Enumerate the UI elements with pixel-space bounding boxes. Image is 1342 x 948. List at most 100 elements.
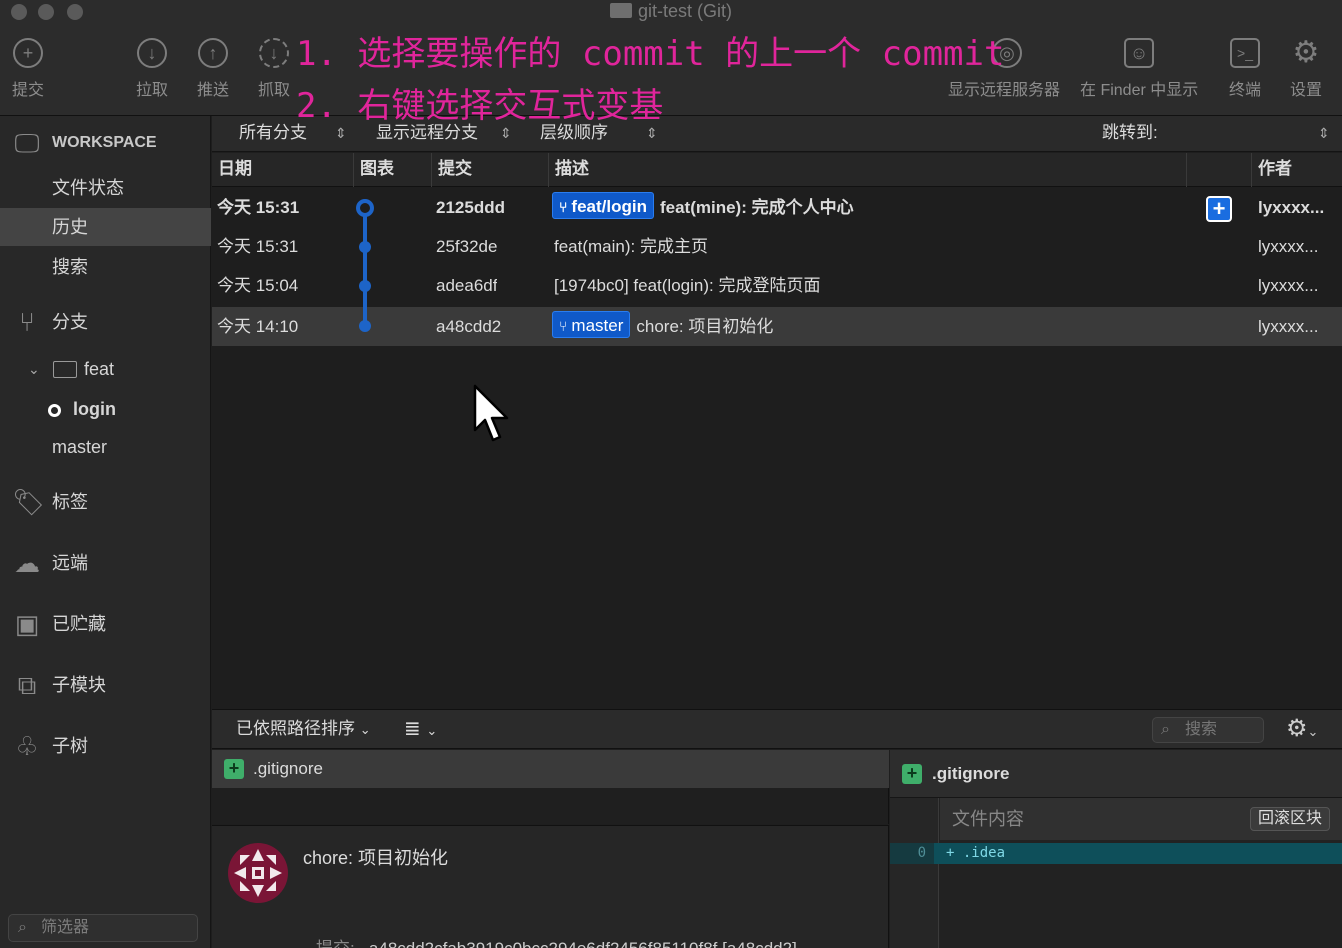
diff-added-line: 0 + .idea: [890, 843, 1342, 864]
sidebar-item-file-status[interactable]: 文件状态: [0, 169, 211, 207]
push-arrow-icon: ↑: [198, 38, 228, 68]
branch-icon: ⑂: [19, 307, 35, 337]
diff-gutter: [890, 798, 939, 948]
mouse-cursor-icon: [473, 384, 509, 442]
commit-toolbar-button[interactable]: + 提交: [12, 38, 44, 100]
file-name: .gitignore: [253, 759, 323, 778]
column-graph[interactable]: 图表: [354, 153, 432, 187]
chevron-down-icon: ⌄: [28, 361, 40, 377]
settings-toolbar-button[interactable]: ⚙ 设置: [1290, 38, 1322, 100]
diff-panel: + .gitignore 文件内容 回滚区块 0 + .idea: [890, 750, 1342, 948]
branch-tag[interactable]: ⑂ feat/login: [552, 192, 654, 219]
search-icon: ⌕: [1161, 721, 1170, 738]
column-author[interactable]: 作者: [1252, 153, 1342, 187]
commit-description: ⑂ feat/login feat(mine): 完成个人中心: [552, 188, 1172, 227]
sidebar-item-label: 文件状态: [52, 178, 124, 198]
file-row[interactable]: + .gitignore: [212, 750, 889, 788]
gear-icon: ⚙: [1292, 36, 1320, 69]
push-toolbar-label: 推送: [197, 82, 230, 99]
commit-row[interactable]: 今天 15:31 25f32de feat(main): 完成主页 lyxxxx…: [212, 227, 1342, 266]
diff-file-name: .gitignore: [932, 764, 1010, 783]
sidebar-item-label: 搜索: [52, 257, 88, 277]
commit-author: lyxxxx...: [1258, 198, 1325, 217]
column-date[interactable]: 日期: [212, 153, 354, 187]
updown-icon: ⇕: [1318, 125, 1330, 141]
commit-toolbar-label: 提交: [12, 82, 45, 99]
sidebar: 🖵 WORKSPACE 文件状态 历史 搜索 ⑂ 分支 ⌄ feat login…: [0, 116, 211, 948]
commit-row[interactable]: 今天 15:04 adea6df [1974bc0] feat(login): …: [212, 266, 1342, 305]
column-spacer: [1187, 153, 1252, 187]
sidebar-remotes-label: 远端: [52, 553, 88, 573]
branch-tag[interactable]: ⑂ master: [552, 311, 631, 338]
column-description[interactable]: 描述: [549, 153, 1187, 187]
branch-icon: ⑂: [559, 199, 568, 215]
view-mode-select[interactable]: ≣ ⌄: [404, 710, 437, 750]
file-added-icon: +: [224, 759, 244, 779]
sidebar-branch-label: login: [73, 399, 116, 419]
jump-to-select[interactable]: 跳转到: ⇕: [1102, 116, 1334, 150]
sidebar-folder-feat[interactable]: ⌄ feat: [0, 350, 211, 388]
folder-icon: [53, 361, 77, 378]
sidebar-subtrees-header[interactable]: ♧ 子树: [0, 727, 211, 765]
fetch-toolbar-button[interactable]: ↓ 抓取: [258, 38, 290, 100]
file-search-placeholder: 搜索: [1185, 721, 1218, 738]
plus-circle-icon: +: [13, 38, 43, 68]
commit-detail-sha: 提交: a48cdd2cfab3919c0bcc294e6df2456f8511…: [316, 934, 797, 948]
show-in-finder-toolbar-button[interactable]: ☺ 在 Finder 中显示: [1080, 38, 1198, 100]
file-options-button[interactable]: ⚙⌄: [1286, 710, 1318, 751]
sidebar-branch-login[interactable]: login: [0, 390, 211, 428]
sidebar-branch-master[interactable]: master: [0, 428, 211, 466]
diff-hunk-title: 文件内容: [952, 809, 1024, 829]
stash-icon: ▣: [14, 609, 40, 639]
commit-description: ⑂ master chore: 项目初始化: [552, 307, 1172, 346]
add-plus-button[interactable]: +: [1206, 196, 1232, 222]
sidebar-item-search[interactable]: 搜索: [0, 248, 211, 286]
commit-date: 今天 15:31: [217, 198, 300, 217]
file-added-icon: +: [902, 764, 922, 784]
pull-toolbar-label: 拉取: [136, 82, 169, 99]
pull-toolbar-button[interactable]: ↓ 拉取: [136, 38, 168, 100]
commit-detail-panel: chore: 项目初始化 提交: a48cdd2cfab3919c0bcc294…: [212, 825, 889, 948]
chevron-down-icon: ⌄: [359, 722, 371, 737]
commit-row[interactable]: 今天 15:31 2125ddd ⑂ feat/login feat(mine): …: [212, 188, 1342, 227]
sidebar-folder-label: feat: [84, 359, 115, 379]
commit-row-selected[interactable]: 今天 14:10 a48cdd2 ⑂ master chore: 项目初始化 lyx…: [212, 307, 1342, 346]
diff-file-header: + .gitignore: [890, 750, 1342, 798]
fetch-arrow-icon: ↓: [259, 38, 289, 68]
commit-detail-message: chore: 项目初始化: [303, 848, 449, 868]
terminal-icon: >_: [1230, 38, 1260, 68]
annotation-line-2: 2. 右键选择交互式变基: [296, 86, 664, 126]
changed-file-list: + .gitignore: [212, 750, 889, 824]
sidebar-filter-input[interactable]: ⌕ 筛选器: [8, 914, 198, 942]
sidebar-submodules-label: 子模块: [52, 675, 106, 695]
sidebar-remotes-header[interactable]: ☁ 远端: [0, 544, 211, 582]
sidebar-submodules-header[interactable]: ⧉ 子模块: [0, 666, 211, 704]
commit-sha: 2125ddd: [436, 198, 505, 217]
diff-line-text: .idea: [962, 845, 1006, 861]
diff-hunk-header: 文件内容 回滚区块: [940, 798, 1342, 840]
sidebar-tags-header[interactable]: 🏷 标签: [0, 483, 211, 521]
terminal-toolbar-button[interactable]: >_ 终端: [1229, 38, 1261, 100]
sidebar-subtrees-label: 子树: [52, 736, 88, 756]
sidebar-stashes-header[interactable]: ▣ 已贮藏: [0, 605, 211, 643]
avatar: [228, 843, 288, 903]
commit-sha-label: 提交:: [316, 939, 355, 948]
commit-sha-value: a48cdd2cfab3919c0bcc294e6df2456f85110f8f…: [369, 939, 797, 948]
sort-by-path-select[interactable]: 已依照路径排序 ⌄: [236, 710, 371, 749]
search-icon: ⌕: [18, 919, 27, 936]
diff-line-code: + .idea: [946, 843, 1005, 864]
show-in-finder-toolbar-label: 在 Finder 中显示: [1080, 82, 1199, 99]
sidebar-item-history[interactable]: 历史: [0, 208, 211, 246]
sidebar-branches-header[interactable]: ⑂ 分支: [0, 303, 211, 341]
commit-sha: adea6df: [436, 276, 498, 295]
sidebar-branch-label: master: [52, 437, 108, 457]
commit-sha: a48cdd2: [436, 317, 502, 336]
commit-sha: 25f32de: [436, 237, 498, 256]
column-commit[interactable]: 提交: [432, 153, 549, 187]
file-search-input[interactable]: ⌕ 搜索: [1152, 717, 1264, 743]
push-toolbar-button[interactable]: ↑ 推送: [197, 38, 229, 100]
sidebar-stashes-label: 已贮藏: [52, 614, 106, 634]
fetch-toolbar-label: 抓取: [258, 82, 291, 99]
reset-hunk-button[interactable]: 回滚区块: [1249, 807, 1330, 831]
diff-line-number: 0: [890, 843, 934, 864]
